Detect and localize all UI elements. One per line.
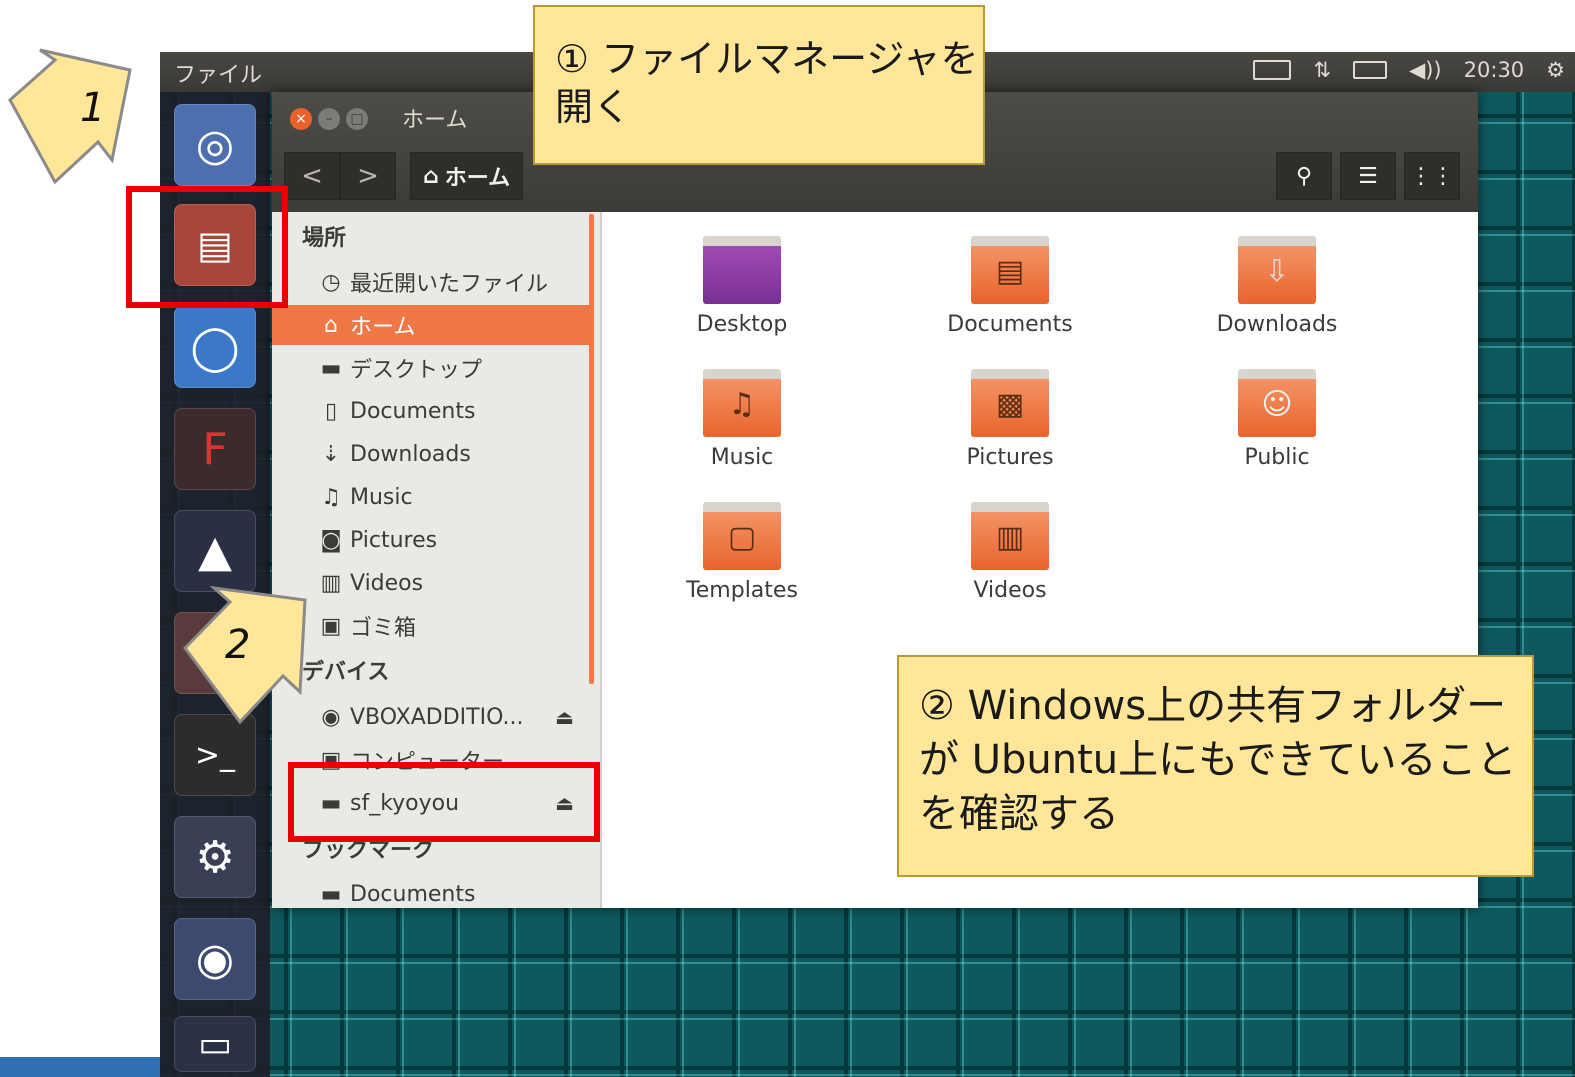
trash-icon: ▣	[320, 613, 342, 639]
back-button[interactable]: <	[284, 152, 340, 200]
step-1-label: 1	[80, 85, 106, 131]
search-button[interactable]: ⚲	[1276, 152, 1332, 200]
sidebar-item-desktop[interactable]: ▬ デスクトップ	[272, 348, 592, 388]
keyboard-icon[interactable]	[1253, 60, 1292, 80]
downloads-folder-icon: ⇩	[1238, 236, 1316, 304]
disc-icon: ◉	[321, 704, 341, 730]
home-icon: ⌂	[324, 312, 338, 338]
forward-button[interactable]: >	[340, 152, 396, 200]
videos-folder-icon: ▥	[971, 502, 1049, 570]
volume-icon[interactable]: ◀))	[1409, 58, 1442, 82]
trash-icon[interactable]: ▭	[174, 1016, 256, 1072]
inkscape-icon[interactable]: ▲	[174, 510, 256, 592]
ubuntu-dash-icon[interactable]: ◎	[174, 104, 256, 186]
list-view-button[interactable]: ☰	[1340, 152, 1396, 200]
sidebar-item-music[interactable]: ♫ Music	[272, 477, 592, 517]
dvd-icon[interactable]: ◉	[174, 918, 256, 1000]
arrow-1-icon	[8, 48, 132, 185]
devices-heading: デバイス	[302, 660, 390, 685]
list-icon: ☰	[1358, 163, 1378, 189]
close-button[interactable]: ×	[290, 108, 312, 130]
grid-icon: ⋮⋮	[1410, 163, 1454, 189]
callout-open-file-manager: ① ファイルマネージャを開く	[533, 5, 985, 165]
music-folder-icon: ♫	[703, 369, 781, 437]
templates-folder-icon: ▢	[703, 502, 781, 570]
clock-icon: ◷	[321, 269, 341, 295]
search-icon: ⚲	[1295, 163, 1313, 189]
eject-icon[interactable]: ⏏	[555, 705, 574, 729]
home-icon: ⌂	[423, 163, 439, 189]
sidebar-item-trash[interactable]: ▣ ゴミ箱	[272, 606, 592, 646]
sidebar-item-vboxadditions[interactable]: ◉ VBOXADDITIO... ⏏	[272, 697, 592, 737]
window-title: ホーム	[402, 108, 468, 133]
camera-icon: ◙	[320, 527, 342, 553]
file-item-templates[interactable]: ▢ Templates	[642, 502, 842, 603]
folder-icon: ▬	[320, 355, 342, 381]
battery-icon[interactable]	[1353, 61, 1388, 79]
file-item-desktop[interactable]: Desktop	[642, 236, 842, 337]
settings-gear-icon[interactable]: ⚙	[1546, 58, 1565, 82]
file-item-pictures[interactable]: ▩ Pictures	[910, 369, 1110, 470]
chromium-icon[interactable]: ◯	[174, 306, 256, 388]
terminal-icon[interactable]: >_	[174, 714, 256, 796]
file-item-music[interactable]: ♫ Music	[642, 369, 842, 470]
download-icon: ⇣	[321, 441, 341, 467]
document-icon: ▯	[324, 398, 338, 424]
highlight-files-icon	[126, 186, 288, 308]
sidebar-item-home[interactable]: ⌂ ホーム	[272, 305, 592, 345]
network-icon[interactable]: ⇅	[1313, 58, 1331, 82]
file-item-documents[interactable]: ▤ Documents	[910, 236, 1110, 337]
bottom-strip	[0, 1057, 160, 1077]
path-home-button[interactable]: ⌂ ホーム	[410, 152, 524, 200]
file-item-downloads[interactable]: ⇩ Downloads	[1177, 236, 1377, 337]
folder-icon: ▬	[320, 881, 342, 907]
grid-view-button[interactable]: ⋮⋮	[1404, 152, 1460, 200]
file-item-videos[interactable]: ▥ Videos	[910, 502, 1110, 603]
places-heading: 場所	[302, 226, 347, 251]
public-folder-icon: ☺	[1238, 369, 1316, 437]
sidebar-item-downloads[interactable]: ⇣ Downloads	[272, 434, 592, 474]
clock-time[interactable]: 20:30	[1464, 58, 1525, 82]
path-label: ホーム	[444, 166, 511, 191]
filezilla-icon[interactable]: F	[174, 408, 256, 490]
film-icon: ▥	[320, 570, 342, 596]
file-item-public[interactable]: ☺ Public	[1177, 369, 1377, 470]
step-2-label: 2	[225, 622, 251, 668]
maximize-button[interactable]: □	[346, 108, 368, 130]
desktop-folder-icon	[703, 236, 781, 304]
highlight-sf-kyoyou	[288, 762, 600, 842]
sidebar-item-pictures[interactable]: ◙ Pictures	[272, 520, 592, 560]
app-title: ファイル	[174, 63, 263, 88]
documents-folder-icon: ▤	[971, 236, 1049, 304]
callout-confirm-shared-folder: ② Windows上の共有フォルダーが Ubuntu上にもできていることを確認す…	[897, 655, 1534, 877]
sidebar-item-documents[interactable]: ▯ Documents	[272, 391, 592, 431]
sidebar-item-videos[interactable]: ▥ Videos	[272, 563, 592, 603]
pictures-folder-icon: ▩	[971, 369, 1049, 437]
music-icon: ♫	[321, 484, 341, 510]
sidebar-item-bookmark-documents[interactable]: ▬ Documents	[272, 874, 592, 908]
minimize-button[interactable]: –	[318, 108, 340, 130]
sidebar-item-recent[interactable]: ◷ 最近開いたファイル	[272, 262, 592, 302]
system-settings-icon[interactable]: ⚙	[174, 816, 256, 898]
